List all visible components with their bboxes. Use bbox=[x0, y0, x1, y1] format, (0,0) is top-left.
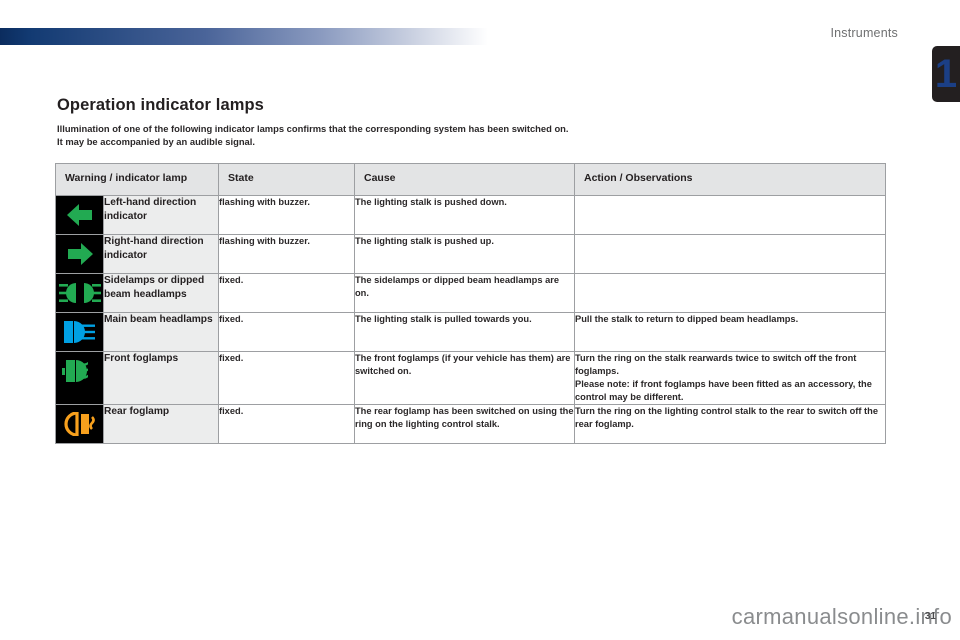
indicator-action-text: Turn the ring on the lighting control st… bbox=[575, 406, 879, 429]
indicator-action-cell bbox=[574, 273, 886, 313]
indicator-cause-text: The rear foglamp has been switched on us… bbox=[355, 406, 574, 429]
front-foglamps-icon bbox=[56, 352, 103, 390]
indicator-name-cell: Right-hand direction indicator bbox=[103, 234, 219, 274]
indicator-action-cell: Turn the ring on the stalk rearwards twi… bbox=[574, 351, 886, 405]
indicator-action-cell: Pull the stalk to return to dipped beam … bbox=[574, 312, 886, 352]
table-header-row: Warning / indicator lamp State Cause Act… bbox=[55, 163, 886, 196]
indicator-name-cell: Rear foglamp bbox=[103, 404, 219, 444]
indicator-action-cell bbox=[574, 195, 886, 235]
table-row: Rear foglamp fixed. The rear foglamp has b… bbox=[55, 404, 886, 444]
indicator-action-text: Please note: if front foglamps have been… bbox=[575, 379, 872, 402]
indicator-action-text: Turn the ring on the stalk rearwards twi… bbox=[575, 353, 857, 376]
indicator-state-cell: flashing with buzzer. bbox=[218, 234, 355, 274]
indicator-state-text: flashing with buzzer. bbox=[219, 236, 310, 246]
table-row: Left-hand direction indicator flashing wi… bbox=[55, 195, 886, 235]
indicator-state-cell: fixed. bbox=[218, 312, 355, 352]
indicator-icon-cell bbox=[55, 273, 104, 313]
indicator-name-cell: Main beam headlamps bbox=[103, 312, 219, 352]
column-header-state: State bbox=[218, 163, 355, 196]
indicator-name-cell: Left-hand direction indicator bbox=[103, 195, 219, 235]
indicator-lamps-table: Warning / indicator lamp State Cause Act… bbox=[55, 163, 886, 444]
chapter-tab: 1 bbox=[932, 46, 960, 102]
indicator-state-cell: flashing with buzzer. bbox=[218, 195, 355, 235]
indicator-name-cell: Sidelamps or dipped beam headlamps bbox=[103, 273, 219, 313]
indicator-cause-text: The lighting stalk is pulled towards you… bbox=[355, 314, 532, 324]
table-row: Front foglamps fixed. The front foglamps (… bbox=[55, 351, 886, 405]
page-intro-line-1: Illumination of one of the following ind… bbox=[57, 123, 569, 134]
indicator-cause-cell: The front foglamps (if your vehicle has … bbox=[354, 351, 575, 405]
indicator-state-cell: fixed. bbox=[218, 404, 355, 444]
main-beam-headlamps-icon bbox=[56, 313, 103, 351]
page-number: 31 bbox=[924, 611, 936, 622]
indicator-cause-cell: The lighting stalk is pulled towards you… bbox=[354, 312, 575, 352]
section-title: Instruments bbox=[830, 26, 898, 40]
sidelamps-icon bbox=[56, 274, 103, 312]
table-row: Main beam headlamps fixed. The lighting st… bbox=[55, 312, 886, 352]
column-header-warning-lamp: Warning / indicator lamp bbox=[55, 163, 219, 196]
indicator-state-cell: fixed. bbox=[218, 273, 355, 313]
indicator-cause-text: The lighting stalk is pushed up. bbox=[355, 236, 494, 246]
indicator-state-text: fixed. bbox=[219, 314, 244, 324]
indicator-icon-cell bbox=[55, 404, 104, 444]
indicator-cause-cell: The sidelamps or dipped beam headlamps a… bbox=[354, 273, 575, 313]
column-header-cause: Cause bbox=[354, 163, 575, 196]
indicator-state-cell: fixed. bbox=[218, 351, 355, 405]
indicator-state-text: fixed. bbox=[219, 353, 244, 363]
site-watermark: carmanualsonline.info bbox=[731, 604, 952, 629]
header-gradient-bar bbox=[0, 28, 488, 45]
indicator-icon-cell bbox=[55, 234, 104, 274]
left-direction-arrow-icon bbox=[56, 196, 103, 234]
indicator-cause-text: The sidelamps or dipped beam headlamps a… bbox=[355, 275, 560, 298]
page-intro: Illumination of one of the following ind… bbox=[57, 122, 887, 148]
indicator-state-text: fixed. bbox=[219, 406, 244, 416]
indicator-action-cell bbox=[574, 234, 886, 274]
rear-foglamp-icon bbox=[56, 405, 103, 443]
table-body: Left-hand direction indicator flashing wi… bbox=[55, 195, 886, 444]
indicator-action-text: Pull the stalk to return to dipped beam … bbox=[575, 314, 799, 324]
indicator-cause-text: The front foglamps (if your vehicle has … bbox=[355, 353, 571, 376]
indicator-name-cell: Front foglamps bbox=[103, 351, 219, 405]
indicator-cause-text: The lighting stalk is pushed down. bbox=[355, 197, 507, 207]
table-row: Sidelamps or dipped beam headlamps fixed.… bbox=[55, 273, 886, 313]
right-direction-arrow-icon bbox=[56, 235, 103, 273]
indicator-icon-cell bbox=[55, 312, 104, 352]
indicator-icon-cell bbox=[55, 195, 104, 235]
page-intro-line-2: It may be accompanied by an audible sign… bbox=[57, 136, 255, 147]
indicator-cause-cell: The rear foglamp has been switched on us… bbox=[354, 404, 575, 444]
indicator-state-text: fixed. bbox=[219, 275, 244, 285]
indicator-cause-cell: The lighting stalk is pushed down. bbox=[354, 195, 575, 235]
indicator-state-text: flashing with buzzer. bbox=[219, 197, 310, 207]
page-title: Operation indicator lamps bbox=[57, 96, 264, 114]
indicator-icon-cell bbox=[55, 351, 104, 405]
table-row: Right-hand direction indicator flashing w… bbox=[55, 234, 886, 274]
chapter-number: 1 bbox=[934, 52, 958, 96]
indicator-action-cell: Turn the ring on the lighting control st… bbox=[574, 404, 886, 444]
column-header-action: Action / Observations bbox=[574, 163, 886, 196]
indicator-cause-cell: The lighting stalk is pushed up. bbox=[354, 234, 575, 274]
